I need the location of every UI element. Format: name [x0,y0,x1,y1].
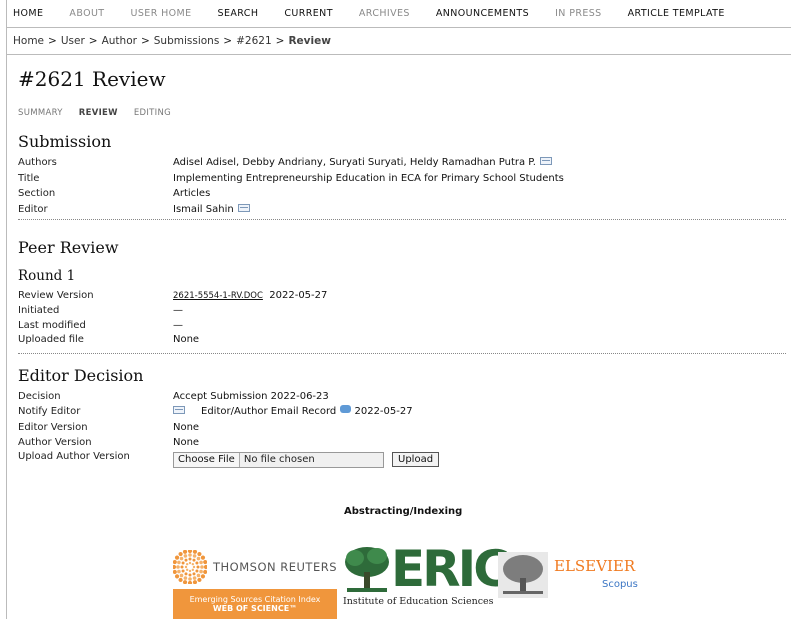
notify-editor-email-icon[interactable] [173,405,185,414]
no-file-chosen-text: No file chosen [243,454,315,465]
thomson-reuters-logo[interactable]: THOMSON REUTERS Emerging Sources Citatio… [173,545,337,619]
nav-item-in-press[interactable]: IN PRESS [555,8,602,19]
submission-heading: Submission [18,132,112,151]
breadcrumb: Home > User > Author > Submissions > #2621 > Revie… [7,28,791,55]
section-divider [18,219,786,220]
decision-label: Decision [18,391,61,402]
indexing-title: Abstracting/Indexing [344,506,463,517]
breadcrumb-item-submissions[interactable]: Submissions [154,35,220,47]
nav-item-article-template[interactable]: ARTICLE TEMPLATE [628,8,725,19]
nav-item-announcements[interactable]: ANNOUNCEMENTS [436,8,529,19]
breadcrumb-separator: > [48,35,57,47]
round-title: Round 1 [18,268,76,284]
decision-value: Accept Submission 2022-06-23 [173,391,329,402]
editor-version-label: Editor Version [18,422,88,433]
tab-review[interactable]: REVIEW [79,108,118,118]
uploaded-file-row: Uploaded file None [18,333,199,346]
upload-button[interactable]: Upload [392,452,440,467]
title-value: Implementing Entrepreneurship Education … [173,173,564,184]
web-of-science-label: WEB OF SCIENCE™ [212,604,298,613]
uploaded-file-value: None [173,334,200,345]
uploaded-file-label: Uploaded file [18,334,84,345]
breadcrumb-item-author[interactable]: Author [102,35,137,47]
choose-file-button[interactable]: Choose File [174,452,240,467]
initiated-label: Initiated [18,305,60,316]
eric-wordmark: ERIC [391,540,510,598]
section-row: Section Articles [18,187,210,200]
upload-author-version-label: Upload Author Version [18,451,130,462]
page-frame: HOME ABOUT USER HOME SEARCH CURRENT ARCHIVES A… [6,0,791,619]
initiated-value: — [173,305,183,316]
authors-label: Authors [18,157,57,168]
section-label: Section [18,188,56,199]
decision-row: Decision Accept Submission 2022-06-23 [18,390,329,403]
breadcrumb-item--2621[interactable]: #2621 [236,35,272,47]
breadcrumb-separator: > [275,35,285,47]
nav-item-about[interactable]: ABOUT [69,8,104,19]
scopus-wordmark: Scopus [602,579,638,590]
tab-editing[interactable]: EDITING [134,108,171,118]
review-version-row: Review Version 2621-5554-1-RV.DOC 2022-0… [18,289,327,302]
nav-item-search[interactable]: SEARCH [218,8,259,19]
email-record-comment-icon[interactable] [340,404,352,413]
submission-tabs: SUMMARY REVIEW EDITING [18,108,187,118]
breadcrumb-separator: > [223,35,233,47]
notify-editor-row: Notify Editor Editor/Author Email Record… [18,404,413,418]
breadcrumb-separator: > [88,35,98,47]
notify-editor-date: 2022-05-27 [354,406,413,417]
page-title: #2621 Review [18,67,166,91]
editor-label: Editor [18,204,48,215]
email-editor-icon[interactable] [237,203,250,212]
nav-item-current[interactable]: CURRENT [284,8,333,19]
elsevier-wordmark: ELSEVIER [554,557,636,575]
eric-subtitle: Institute of Education Sciences [343,596,494,607]
breadcrumb-item-home[interactable]: Home [13,35,44,47]
initiated-row: Initiated — [18,304,183,317]
nav-item-home[interactable]: HOME [13,8,43,19]
tab-summary[interactable]: SUMMARY [18,108,63,118]
eric-logo[interactable]: ERIC Institute of Education Sciences [343,540,510,610]
review-version-label: Review Version [18,290,94,301]
email-authors-icon[interactable] [539,156,552,165]
authors-row: Authors Adisel Adisel, Debby Andriany, S… [18,156,552,169]
author-version-row: Author Version None [18,436,199,449]
email-record-label: Editor/Author Email Record [201,406,337,417]
last-modified-row: Last modified — [18,319,183,332]
review-version-date: 2022-05-27 [269,290,328,301]
web-of-science-band: Emerging Sources Citation Index WEB OF S… [173,589,337,619]
editor-version-row: Editor Version None [18,421,199,434]
authors-value: Adisel Adisel, Debby Andriany, Suryati S… [173,157,536,168]
thomson-reuters-sunburst-icon [173,550,207,584]
esci-label: Emerging Sources Citation Index [189,595,321,604]
breadcrumb-item-user[interactable]: User [61,35,85,47]
section-value: Articles [173,188,211,199]
tree-icon [345,547,389,592]
breadcrumb-separator: > [140,35,150,47]
editor-version-value: None [173,422,200,433]
editor-decision-heading: Editor Decision [18,366,144,385]
title-label: Title [18,173,40,184]
last-modified-label: Last modified [18,320,86,331]
author-version-label: Author Version [18,437,92,448]
upload-author-version-row: Upload Author Version Choose File No fil… [18,451,440,468]
breadcrumb-current: Review [288,35,331,47]
section-divider [18,353,786,354]
peer-review-heading: Peer Review [18,238,119,257]
elsevier-scopus-logo[interactable]: ELSEVIER Scopus [498,550,658,610]
notify-editor-label: Notify Editor [18,406,81,417]
thomson-reuters-name: THOMSON REUTERS [213,560,338,574]
elsevier-tree-icon [498,552,548,598]
editor-row: Editor Ismail Sahin [18,203,250,216]
author-version-value: None [173,437,200,448]
nav-item-archives[interactable]: ARCHIVES [359,8,410,19]
editor-value: Ismail Sahin [173,204,234,215]
last-modified-value: — [173,320,183,331]
top-navigation: HOME ABOUT USER HOME SEARCH CURRENT ARCHIVES A… [7,0,791,28]
author-version-file-input[interactable]: Choose File No file chosen [173,451,384,468]
nav-item-user-home[interactable]: USER HOME [131,8,192,19]
review-version-file-link[interactable]: 2621-5554-1-RV.DOC [173,291,263,301]
title-row: Title Implementing Entrepreneurship Educ… [18,172,564,185]
